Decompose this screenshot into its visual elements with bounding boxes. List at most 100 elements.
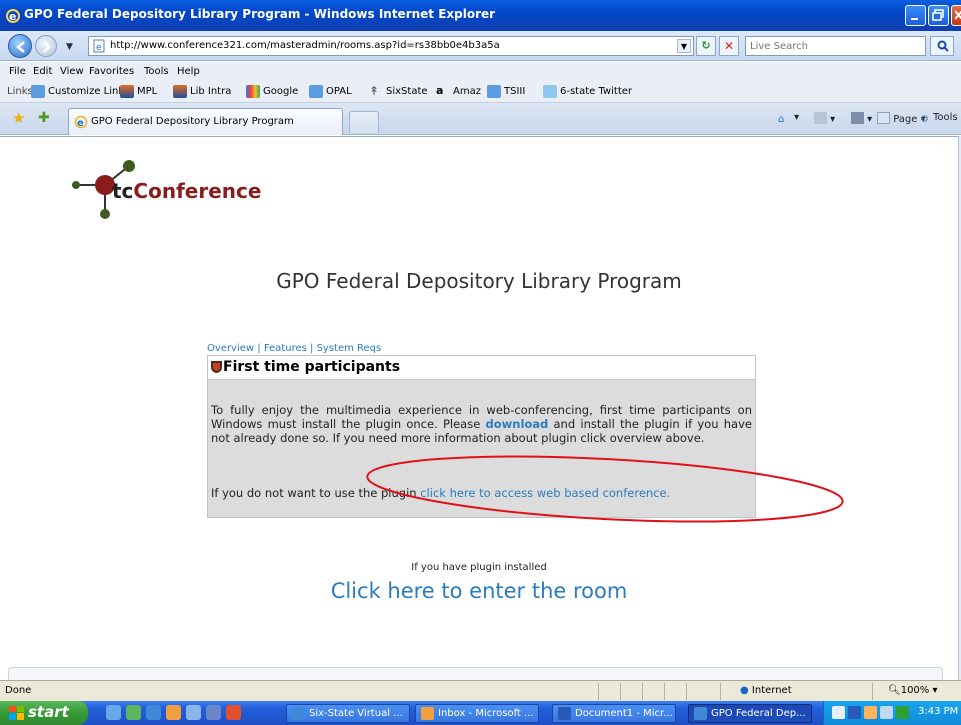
refresh-button[interactable]: ↻	[696, 36, 716, 56]
download-link[interactable]: download	[486, 417, 549, 431]
mpl-icon	[120, 85, 134, 98]
menu-edit[interactable]: Edit	[33, 66, 52, 77]
print-button[interactable]: ▾	[851, 112, 872, 125]
tray-icon[interactable]	[864, 706, 877, 719]
tray-icon[interactable]	[832, 706, 845, 719]
search-box[interactable]	[745, 36, 926, 56]
quicklaunch-icon[interactable]	[226, 705, 241, 720]
twitter-icon	[543, 85, 557, 98]
link-label: SixState	[386, 86, 428, 97]
tray-icon[interactable]	[880, 706, 893, 719]
close-button[interactable]	[951, 5, 961, 26]
nav-separator: |	[254, 343, 264, 354]
task-document1[interactable]: Document1 - Micr...	[552, 704, 676, 723]
ie-logo-icon: e	[6, 9, 20, 23]
menu-file[interactable]: File	[9, 66, 26, 77]
quicklaunch-icon[interactable]	[106, 705, 121, 720]
address-dropdown-icon[interactable]: ▼	[677, 39, 691, 53]
quicklaunch-icon[interactable]	[186, 705, 201, 720]
status-divider	[720, 683, 721, 700]
system-reqs-link[interactable]: System Reqs	[317, 343, 382, 354]
home-icon: ⌂	[778, 114, 785, 125]
search-input[interactable]	[750, 38, 920, 54]
home-button[interactable]: ⌂ ▾	[778, 112, 799, 126]
tray-icon[interactable]	[896, 706, 909, 719]
link-label: MPL	[137, 86, 158, 97]
link-label: TSIII	[504, 86, 526, 97]
google-icon	[246, 85, 260, 98]
menu-view[interactable]: View	[60, 66, 84, 77]
link-google[interactable]: Google	[246, 85, 298, 98]
links-bar: Links Customize Links MPL Lib Intra Goog…	[0, 81, 961, 103]
feeds-button[interactable]: ▾	[814, 112, 835, 125]
svg-text:e: e	[96, 43, 102, 53]
tab-bar: ★ ✚ e GPO Federal Depository Library Pro…	[0, 103, 961, 135]
print-icon	[851, 112, 864, 124]
start-button[interactable]: start	[0, 701, 88, 725]
security-zone[interactable]: ● Internet	[740, 685, 792, 696]
link-sixstate[interactable]: ↟ SixState	[369, 85, 428, 98]
menu-tools[interactable]: Tools	[144, 66, 169, 77]
zone-label: Internet	[751, 685, 792, 696]
favorites-star-icon[interactable]: ★	[12, 111, 25, 126]
ie-page-icon	[309, 85, 323, 98]
link-label: Amaz	[453, 86, 481, 97]
address-url[interactable]: http://www.conference321.com/masteradmin…	[110, 40, 500, 51]
new-tab-button[interactable]	[349, 111, 379, 133]
link-lib-intra[interactable]: Lib Intra	[173, 85, 231, 98]
task-inbox[interactable]: Inbox - Microsoft ...	[415, 704, 539, 723]
minimize-button[interactable]	[905, 5, 926, 26]
tools-menu-button[interactable]: ⚙ Tools	[920, 112, 958, 126]
menu-help[interactable]: Help	[177, 66, 200, 77]
tools-menu-label: Tools	[933, 112, 958, 123]
link-tsiii[interactable]: TSIII	[487, 85, 525, 98]
status-text: Done	[5, 685, 32, 696]
links-label: Links	[7, 86, 33, 97]
plugin-installed-note: If you have plugin installed	[411, 562, 547, 573]
link-6-state-twitter[interactable]: 6-state Twitter	[543, 85, 632, 98]
quicklaunch-ie-icon[interactable]	[146, 705, 161, 720]
task-label: Six-State Virtual ...	[309, 708, 403, 719]
back-button[interactable]	[8, 34, 32, 58]
tray-icon[interactable]	[848, 706, 861, 719]
link-mpl[interactable]: MPL	[120, 85, 157, 98]
link-opal[interactable]: OPAL	[309, 85, 352, 98]
task-gpo[interactable]: GPO Federal Dep...	[688, 704, 812, 723]
tab-label: GPO Federal Depository Library Program	[91, 116, 294, 127]
features-link[interactable]: Features	[264, 343, 307, 354]
zoom-control[interactable]: 🔍︎100% ▾	[888, 685, 938, 696]
windows-logo-icon	[9, 706, 24, 720]
maximize-button[interactable]	[928, 5, 949, 26]
zoom-level: 100%	[900, 685, 930, 696]
clock[interactable]: 3:43 PM	[918, 706, 958, 717]
enter-room-link[interactable]: Click here to enter the room	[0, 579, 958, 603]
tab-gpo[interactable]: e GPO Federal Depository Library Program	[68, 108, 343, 135]
panel-heading: First time participants	[223, 359, 401, 375]
link-customize-links[interactable]: Customize Links	[31, 85, 129, 98]
search-button[interactable]	[930, 36, 954, 56]
forward-button[interactable]	[35, 35, 57, 57]
quicklaunch-icon[interactable]	[126, 705, 141, 720]
link-amaz[interactable]: a Amaz	[436, 85, 481, 98]
menu-favorites[interactable]: Favorites	[89, 66, 134, 77]
gear-icon: ⚙	[920, 114, 929, 125]
task-six-state[interactable]: Six-State Virtual ...	[286, 704, 410, 723]
quicklaunch-icon[interactable]	[206, 705, 221, 720]
quicklaunch-icon[interactable]	[166, 705, 181, 720]
logo-conference: Conference	[133, 179, 262, 203]
stop-button[interactable]: ✕	[719, 36, 739, 56]
page-menu-button[interactable]: Page ▾	[877, 112, 926, 125]
recent-pages-dropdown[interactable]: ▼	[66, 42, 73, 52]
sixstate-icon: ↟	[369, 84, 380, 98]
address-field[interactable]: e http://www.conference321.com/masteradm…	[88, 36, 694, 56]
address-toolbar: ▼ e http://www.conference321.com/mastera…	[0, 31, 961, 61]
window-titlebar[interactable]: e GPO Federal Depository Library Program…	[0, 0, 961, 31]
brand-logo-text: tcConference	[112, 179, 261, 203]
overview-link[interactable]: Overview	[207, 343, 254, 354]
add-favorites-icon[interactable]: ✚	[38, 111, 50, 125]
globe-icon: ●	[740, 685, 749, 696]
ie-task-icon	[694, 707, 707, 720]
menu-bar: File Edit View Favorites Tools Help	[0, 62, 961, 81]
page-menu-label: Page	[893, 114, 918, 125]
minimize-icon	[911, 18, 918, 20]
